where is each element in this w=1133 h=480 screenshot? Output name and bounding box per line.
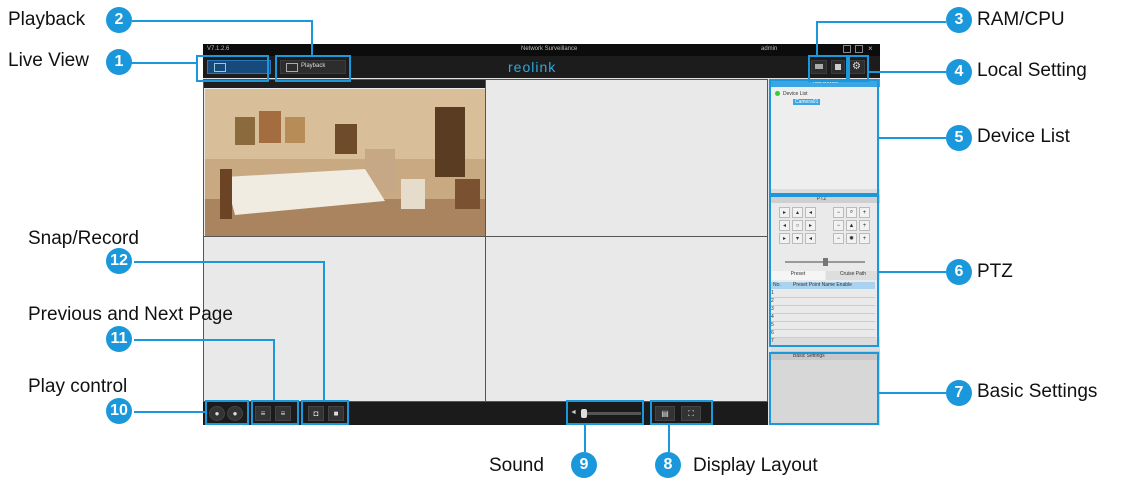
leader-line-11b — [273, 339, 275, 400]
callout-display-layout: Display Layout — [693, 455, 818, 476]
highlight-ptz — [769, 195, 879, 347]
callout-badge-1: 1 — [106, 49, 132, 75]
leader-line-4 — [869, 71, 946, 73]
leader-line-1 — [130, 62, 196, 64]
highlight-play-control — [205, 400, 249, 425]
highlight-device-list — [769, 79, 879, 195]
leader-line-9 — [584, 425, 586, 452]
callout-play-control: Play control — [28, 376, 128, 397]
callout-basic-settings: Basic Settings — [977, 381, 1098, 402]
highlight-sound — [566, 400, 644, 425]
leader-line-10 — [134, 411, 205, 413]
version-label: V7.1.2.6 — [207, 46, 230, 52]
callout-local-setting: Local Setting — [977, 60, 1087, 81]
callout-snap-record: Snap/Record — [28, 228, 139, 249]
callout-live-view: Live View — [8, 50, 89, 71]
callout-badge-9: 9 — [571, 452, 597, 478]
callout-badge-8: 8 — [655, 452, 681, 478]
callout-badge-4: 4 — [946, 59, 972, 85]
callout-ptz: PTZ — [977, 261, 1013, 282]
leader-line-8 — [668, 425, 670, 452]
callout-sound: Sound — [489, 455, 544, 476]
leader-line-12a — [134, 261, 324, 263]
callout-playback: Playback — [8, 9, 86, 30]
video-pane-1[interactable] — [203, 79, 487, 237]
callout-badge-7: 7 — [946, 380, 972, 406]
leader-line-3b — [816, 21, 818, 55]
leader-line-5 — [879, 137, 946, 139]
callout-badge-6: 6 — [946, 259, 972, 285]
window-title: Network Surveillance — [521, 46, 578, 52]
highlight-playback — [275, 55, 351, 82]
video-pane-4[interactable] — [485, 236, 768, 402]
maximize-icon[interactable] — [855, 45, 863, 53]
callout-badge-10: 10 — [106, 398, 132, 424]
highlight-display-layout — [650, 400, 713, 425]
leader-line-7 — [879, 392, 946, 394]
callout-badge-11: 11 — [106, 326, 132, 352]
callout-badge-2: 2 — [106, 7, 132, 33]
close-icon[interactable]: × — [868, 44, 873, 53]
highlight-local-setting — [848, 55, 869, 82]
user-status: admin — [761, 46, 778, 52]
callout-page-nav: Previous and Next Page — [28, 304, 233, 325]
highlight-snap-record — [301, 400, 349, 425]
callout-badge-12: 12 — [106, 248, 132, 274]
callout-ram-cpu: RAM/CPU — [977, 9, 1065, 30]
camera-frame-bedroom — [205, 89, 486, 237]
callout-badge-5: 5 — [946, 125, 972, 151]
reolink-logo: reolink — [508, 59, 557, 75]
callout-device-list: Device List — [977, 126, 1070, 147]
leader-line-3a — [816, 21, 946, 23]
video-grid — [203, 79, 768, 402]
video-pane-2[interactable] — [485, 79, 768, 237]
leader-line-12b — [323, 261, 325, 400]
minimize-icon[interactable] — [843, 45, 851, 53]
leader-line-2a — [132, 20, 312, 22]
highlight-live-view — [196, 55, 269, 82]
highlight-ram-cpu — [808, 55, 848, 82]
highlight-basic-settings — [769, 352, 879, 425]
leader-line-6 — [879, 271, 946, 273]
highlight-page-nav — [251, 400, 299, 425]
leader-line-11a — [134, 339, 274, 341]
callout-badge-3: 3 — [946, 7, 972, 33]
leader-line-2b — [311, 20, 313, 55]
